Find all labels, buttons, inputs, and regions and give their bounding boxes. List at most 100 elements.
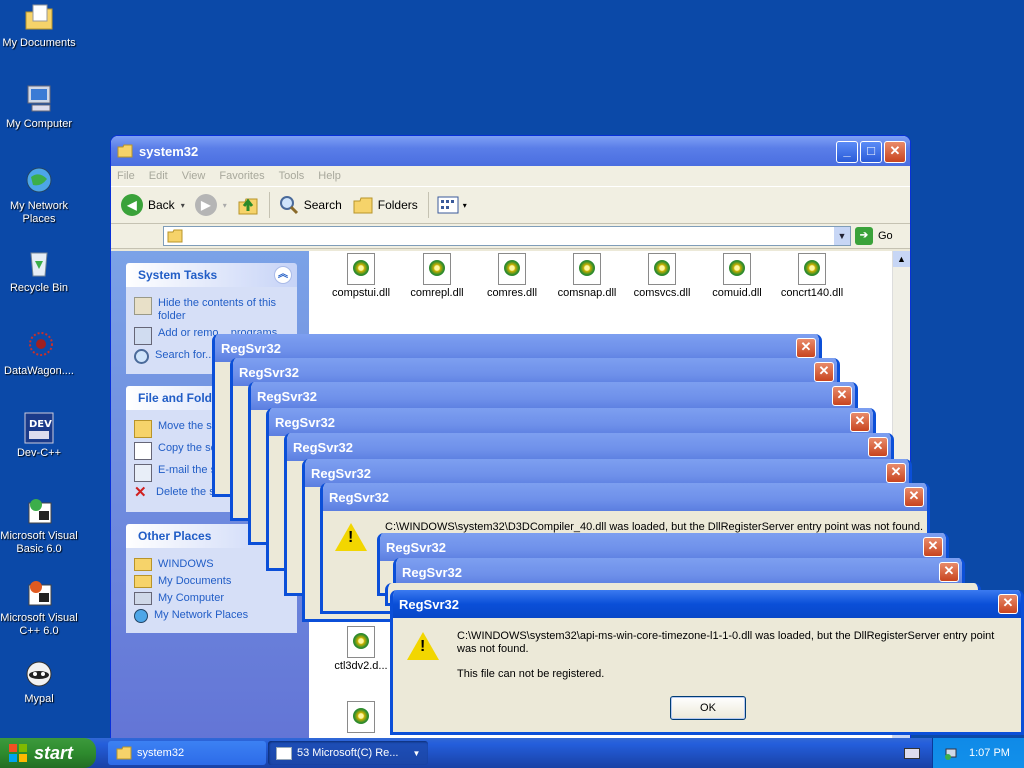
dialog-close-button[interactable]: ✕ [939,562,959,582]
menu-edit[interactable]: Edit [149,170,168,182]
taskbar: start system32 53 Microsoft(C) Re... ▼ 1… [0,738,1024,768]
desktop-icon-datawagon[interactable]: DataWagon.... [0,330,78,378]
toolbar: ◀ Back ▾ ▶ ▾ Search Folders ▾ [111,186,910,224]
forward-arrow-icon: ▶ [194,194,217,216]
search-icon [279,196,298,215]
devcpp-icon: DEV [23,412,55,444]
desktop-icon-my-computer[interactable]: My Computer [0,83,78,131]
datawagon-icon [23,330,55,362]
window-icon [276,746,292,760]
dialog-close-button[interactable]: ✕ [868,437,888,457]
dialog-close-button[interactable]: ✕ [904,487,924,507]
search-label: Search [303,198,342,212]
file-item[interactable]: compstui.dll [321,253,401,299]
file-item[interactable]: comsvcs.dll [622,253,702,299]
desktop-icon-label: Mypal [24,693,54,705]
file-label: comsnap.dll [557,287,617,299]
go-button[interactable]: ➔ Go [855,227,893,245]
place-my-documents[interactable]: My Documents [134,575,289,588]
dll-file-icon [798,253,826,285]
taskbar-item-regsvr32-group[interactable]: 53 Microsoft(C) Re... ▼ [268,741,428,765]
maximize-button[interactable]: □ [860,141,882,163]
file-item[interactable]: comsnap.dll [547,253,627,299]
taskbar-item-system32[interactable]: system32 [108,741,266,765]
ok-button[interactable]: OK [670,696,746,720]
desktop-icon-label: Microsoft Visual C++ 6.0 [0,612,78,637]
views-button[interactable]: ▾ [437,196,467,214]
regsvr32-dialog-active: RegSvr32 ✕ ! C:\WINDOWS\system32\api-ms-w… [390,590,1024,735]
dll-file-icon [347,626,375,658]
dialog-close-button[interactable]: ✕ [832,386,852,406]
task-hide-contents[interactable]: Hide the contents of this folder [134,297,289,323]
file-label: ctl3dv2.d... [334,660,388,672]
address-input[interactable]: ▼ [163,226,851,246]
dialog-close-button[interactable]: ✕ [796,338,816,358]
address-dropdown-button[interactable]: ▼ [834,227,850,245]
keyboard-icon[interactable] [904,748,920,759]
desktop-icon-my-documents[interactable]: My Documents [0,2,78,50]
folder-documents-icon [134,575,152,588]
file-label: comres.dll [486,287,538,299]
menu-view[interactable]: View [182,170,206,182]
file-label: comsvcs.dll [633,287,691,299]
other-places-title: Other Places [138,529,212,543]
file-item[interactable]: ctl3dv2.d... [321,626,401,672]
menu-help[interactable]: Help [318,170,341,182]
scroll-up-button[interactable]: ▲ [893,251,910,267]
desktop-icon-recycle-bin[interactable]: Recycle Bin [0,247,78,295]
desktop-icon-vcpp6[interactable]: Microsoft Visual C++ 6.0 [0,577,78,638]
mypal-icon [23,658,55,690]
file-label: comuid.dll [712,287,762,299]
dialog-close-button[interactable]: ✕ [998,594,1018,614]
folder-icon [167,229,183,243]
dialog-close-button[interactable]: ✕ [850,412,870,432]
explorer-title: system32 [139,143,199,159]
menu-tools[interactable]: Tools [279,170,305,182]
computer-icon [23,83,55,115]
desktop-icon-label: DataWagon.... [4,365,74,377]
desktop-icon-label: My Computer [5,118,73,130]
search-button[interactable]: Search [278,194,342,216]
system-tasks-header[interactable]: System Tasks ︽ [126,263,297,287]
desktop-icon-network[interactable]: My Network Places [0,165,78,226]
collapse-icon[interactable]: ︽ [274,266,292,284]
desktop-icon-label: Dev-C++ [16,447,62,459]
dialog-close-button[interactable]: ✕ [814,362,834,382]
explorer-titlebar[interactable]: system32 _ □ ✕ [111,136,910,166]
file-item[interactable]: comres.dll [472,253,552,299]
task-label: Hide the contents of this folder [158,297,277,322]
desktop-icon-devcpp[interactable]: DEV Dev-C++ [0,412,78,460]
network-icon [134,609,148,623]
dll-file-icon [423,253,451,285]
close-button[interactable]: ✕ [884,141,906,163]
minimize-button[interactable]: _ [836,141,858,163]
back-button[interactable]: ◀ Back ▾ [121,194,185,216]
desktop-icon-mypal[interactable]: Mypal [0,658,78,706]
warning-icon: ! [407,632,439,660]
file-item[interactable]: concrt140.dll [772,253,852,299]
dialog-message-2: This file can not be registered. [457,668,605,680]
desktop-icon-label: Microsoft Visual Basic 6.0 [0,530,78,555]
file-item[interactable]: comuid.dll [697,253,777,299]
menu-file[interactable]: File [117,170,135,182]
up-folder-button[interactable] [237,194,259,216]
dialog-close-button[interactable]: ✕ [886,463,906,483]
dialog-title: RegSvr32 [293,439,353,455]
menu-favorites[interactable]: Favorites [219,170,264,182]
network-tray-icon[interactable] [943,745,959,761]
dialog-close-button[interactable]: ✕ [923,537,943,557]
desktop-icon-vb6[interactable]: Microsoft Visual Basic 6.0 [0,495,78,556]
folders-button[interactable]: Folders [352,194,418,216]
views-icon [437,196,459,214]
place-my-computer[interactable]: My Computer [134,592,289,605]
place-network[interactable]: My Network Places [134,609,289,623]
start-button[interactable]: start [0,738,96,768]
computer-icon [134,592,152,605]
clock[interactable]: 1:07 PM [969,747,1010,759]
recycle-bin-icon [23,247,55,279]
file-item[interactable]: comrepl.dll [397,253,477,299]
file-item[interactable] [321,701,401,735]
dialog-titlebar[interactable]: RegSvr32 ✕ [393,590,1021,618]
forward-button[interactable]: ▶ ▾ [194,194,227,216]
file-label: comrepl.dll [410,287,464,299]
